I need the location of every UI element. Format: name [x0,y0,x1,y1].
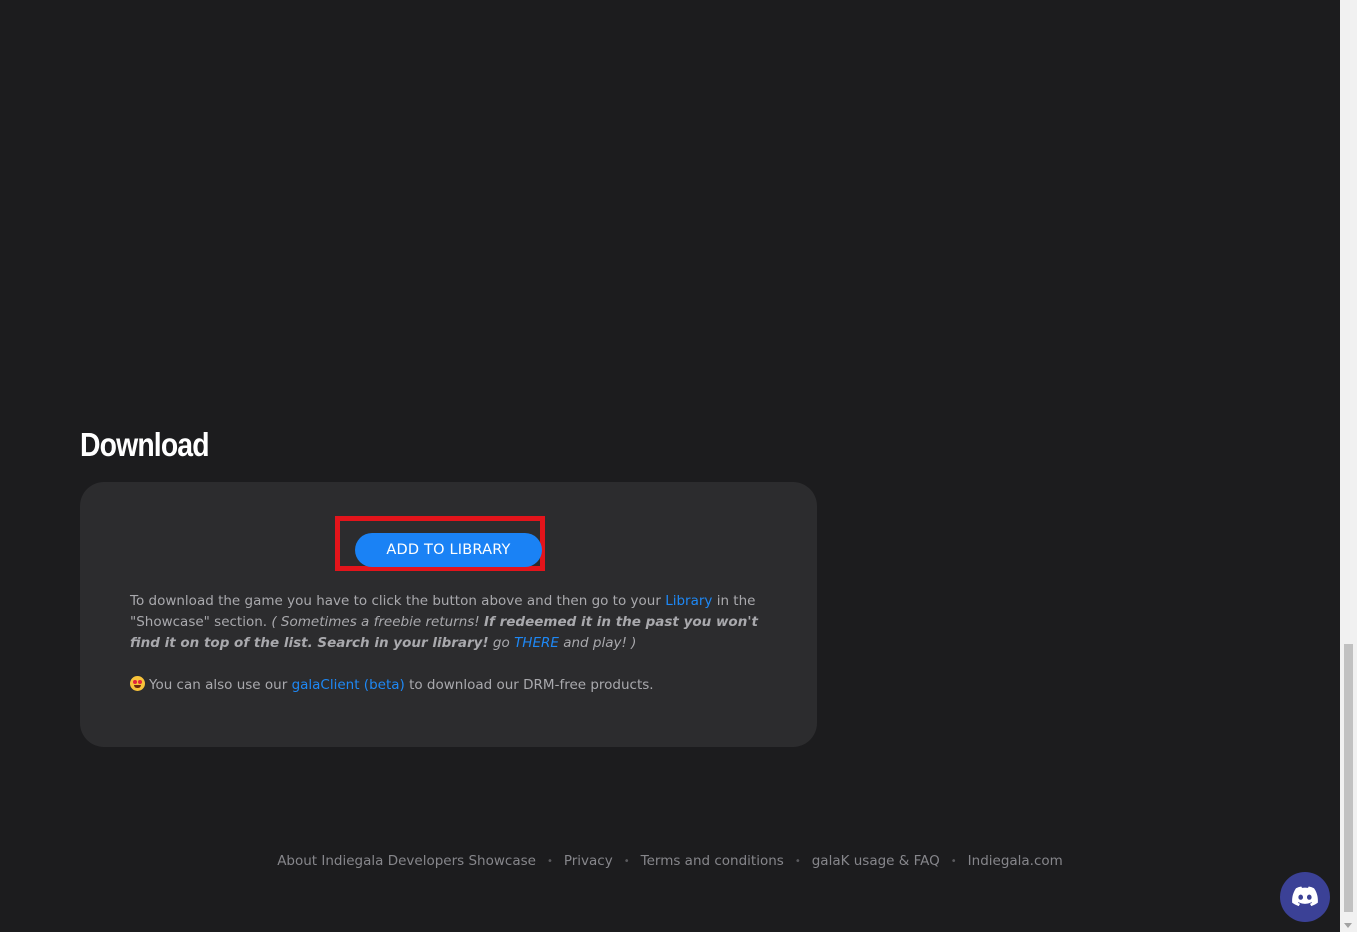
discord-widget-button[interactable] [1280,872,1330,922]
download-description: To download the game you have to click t… [130,591,760,654]
footer-separator: • [794,856,801,867]
star-struck-emoji-icon [130,676,145,691]
desc-text-1: To download the game you have to click t… [130,593,666,609]
footer-separator: • [950,856,957,867]
galaclient-link[interactable]: galaClient (beta) [292,677,405,693]
footer-link-privacy[interactable]: Privacy [564,853,613,869]
footer-separator: • [546,856,553,867]
scrollbar[interactable] [1340,0,1357,932]
footer-link-about[interactable]: About Indiegala Developers Showcase [277,853,536,869]
client-prefix: You can also use our [149,677,292,693]
section-title: Download [80,426,210,463]
note-open: ( Sometimes a freebie returns! [271,614,484,630]
scroll-down-icon[interactable] [1344,923,1352,928]
discord-icon [1292,886,1318,907]
add-to-library-button[interactable]: ADD TO LIBRARY [355,533,542,567]
page: Download ADD TO LIBRARY To download the … [0,0,1340,932]
client-suffix: to download our DRM-free products. [404,677,654,693]
download-card: ADD TO LIBRARY To download the game you … [80,482,817,747]
footer-separator: • [623,856,630,867]
footer-link-terms[interactable]: Terms and conditions [641,853,784,869]
footer-link-indiegala[interactable]: Indiegala.com [968,853,1063,869]
note-go: go [488,635,515,651]
note-close: and play! ) [558,635,637,651]
there-link[interactable]: THERE [514,635,559,651]
scroll-up-icon[interactable] [1344,4,1352,9]
client-line: You can also use our galaClient (beta) t… [130,675,654,696]
library-link[interactable]: Library [665,593,712,609]
scrollbar-thumb[interactable] [1344,644,1353,912]
footer: About Indiegala Developers Showcase • Priv… [0,853,1340,869]
footer-link-galak-faq[interactable]: galaK usage & FAQ [812,853,940,869]
